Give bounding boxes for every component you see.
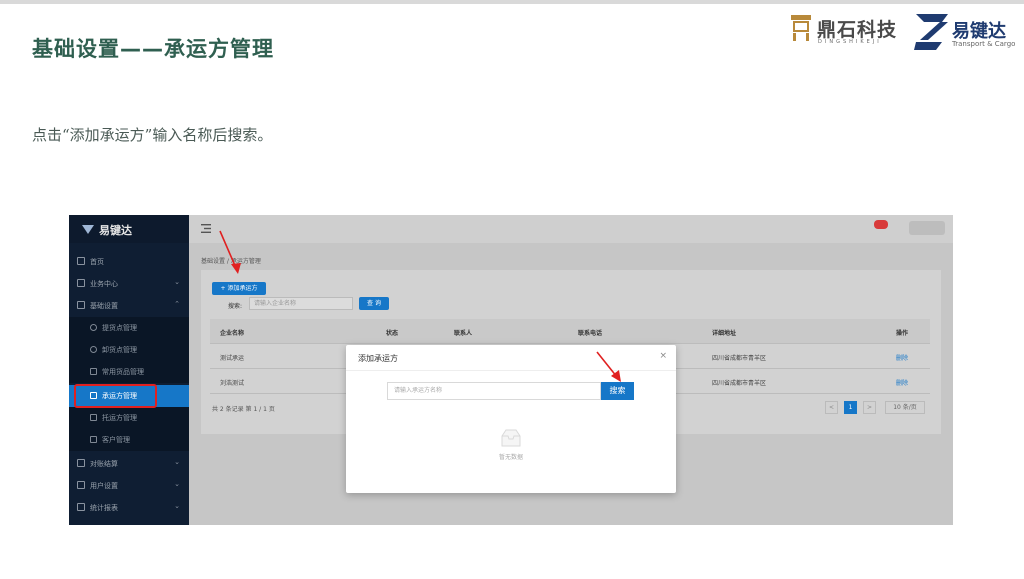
- sidebar-subitem-goods[interactable]: 常用货品管理: [69, 361, 189, 383]
- cell-address: 四川省成都市青羊区: [712, 355, 767, 362]
- column-header: 联系电话: [578, 330, 603, 337]
- sidebar-subitem-label: 常用货品管理: [102, 368, 144, 376]
- chevron-up-icon: ⌃: [174, 300, 180, 308]
- settings-icon: [77, 301, 85, 309]
- empty-state-text: 暂无数据: [498, 454, 523, 461]
- sidebar-item-label: 基础设置: [90, 302, 118, 310]
- sidebar-item-basic-settings[interactable]: 基础设置 ⌃: [69, 295, 189, 317]
- sidebar-subitem-customer[interactable]: 客户管理: [69, 429, 189, 451]
- sidebar-item-label: 对账结算: [90, 460, 118, 468]
- cell-company: 刘浩测试: [220, 380, 245, 387]
- location-icon: [90, 324, 97, 331]
- sidebar-brand: 易键达: [99, 224, 132, 237]
- business-icon: [77, 279, 85, 287]
- sidebar-item-label: 用户设置: [90, 482, 118, 490]
- pointer-arrow-add: [219, 230, 241, 274]
- carrier-name-input[interactable]: 请输入承运方名称: [387, 382, 601, 400]
- dingshi-logo: 鼎石科技 DINGSHIKEJI: [790, 12, 900, 48]
- sidebar-header: 易键达: [69, 215, 189, 243]
- sidebar-item-label: 业务中心: [90, 280, 118, 288]
- sidebar-subitem-label: 托运方管理: [102, 414, 137, 422]
- slide-title: 基础设置——承运方管理: [32, 37, 274, 61]
- pointer-arrow-search: [596, 351, 621, 382]
- sidebar-item-settlement[interactable]: 对账结算 ⌄: [69, 453, 189, 475]
- sidebar: 易键达 首页 业务中心 ⌄ 基础设置 ⌃ 提货点管理 卸货点管理 常用货品管理: [69, 215, 189, 525]
- column-header: 详细地址: [712, 330, 737, 337]
- settlement-icon: [77, 459, 85, 467]
- top-bar: [189, 215, 953, 243]
- cell-address: 四川省成都市青羊区: [712, 380, 767, 387]
- dingshi-logo-pinyin: DINGSHIKEJI: [818, 39, 882, 45]
- chevron-down-icon: ⌄: [174, 278, 180, 286]
- menu-toggle-icon[interactable]: [201, 224, 211, 233]
- sidebar-item-reports[interactable]: 统计报表 ⌄: [69, 497, 189, 519]
- search-label: 搜索:: [228, 303, 243, 310]
- page-size-select[interactable]: 10 条/页: [885, 401, 925, 414]
- document-icon: [90, 368, 97, 375]
- sidebar-subitem-label: 提货点管理: [102, 324, 137, 332]
- yijianda-logo-icon: [914, 14, 948, 50]
- user-avatar[interactable]: [909, 221, 945, 235]
- chevron-down-icon: ⌄: [174, 458, 180, 466]
- sidebar-item-business[interactable]: 业务中心 ⌄: [69, 273, 189, 295]
- query-button[interactable]: 查 询: [359, 297, 389, 310]
- dingshi-logo-icon: [791, 15, 811, 41]
- customer-icon: [90, 436, 97, 443]
- sidebar-subitem-pickup[interactable]: 提货点管理: [69, 317, 189, 339]
- delete-link[interactable]: 删除: [896, 353, 908, 362]
- column-header: 状态: [386, 330, 399, 337]
- notification-badge[interactable]: [874, 220, 888, 229]
- close-icon[interactable]: ×: [659, 351, 667, 361]
- page-1-button[interactable]: 1: [844, 401, 857, 414]
- report-icon: [77, 503, 85, 511]
- yijianda-logo-subtitle: Transport & Cargo: [952, 40, 1016, 48]
- sidebar-subitem-unload[interactable]: 卸货点管理: [69, 339, 189, 361]
- sidebar-item-label: 首页: [90, 258, 104, 266]
- dingshi-logo-text: 鼎石科技: [817, 19, 898, 41]
- home-icon: [77, 257, 85, 265]
- sidebar-item-user-settings[interactable]: 用户设置 ⌄: [69, 475, 189, 497]
- modal-title: 添加承运方: [358, 354, 398, 363]
- column-header: 操作: [896, 330, 909, 337]
- sidebar-subitem-label: 卸货点管理: [102, 346, 137, 354]
- sidebar-subitem-shipper[interactable]: 托运方管理: [69, 407, 189, 429]
- sidebar-item-label: 统计报表: [90, 504, 118, 512]
- pagination-total: 共 2 条记录 第 1 / 1 页: [212, 406, 275, 413]
- yijianda-logo: 易键达 Transport & Cargo: [912, 12, 1018, 52]
- add-carrier-button[interactable]: + 添加承运方: [212, 282, 266, 295]
- column-header: 企业名称: [220, 330, 245, 337]
- column-header: 联系人: [454, 330, 473, 337]
- brand-logo-icon: [82, 225, 94, 234]
- user-icon: [77, 481, 85, 489]
- sidebar-subitem-label: 客户管理: [102, 436, 130, 444]
- chevron-down-icon: ⌄: [174, 502, 180, 510]
- cell-company: 测试承运: [220, 355, 245, 362]
- location-icon: [90, 346, 97, 353]
- empty-inbox-icon: [501, 429, 521, 447]
- company-search-input[interactable]: 请输入企业名称: [249, 297, 353, 310]
- next-page-button[interactable]: >: [863, 401, 876, 414]
- table-header: 企业名称 状态 联系人 联系电话 详细地址 操作: [210, 319, 930, 344]
- shipper-icon: [90, 414, 97, 421]
- highlight-box: [74, 384, 157, 408]
- slide-instruction: 点击“添加承运方”输入名称后搜索。: [32, 126, 273, 144]
- chevron-down-icon: ⌄: [174, 480, 180, 488]
- prev-page-button[interactable]: <: [825, 401, 838, 414]
- delete-link[interactable]: 删除: [896, 378, 908, 387]
- sidebar-item-home[interactable]: 首页: [69, 251, 189, 273]
- slide-top-border: [0, 0, 1024, 4]
